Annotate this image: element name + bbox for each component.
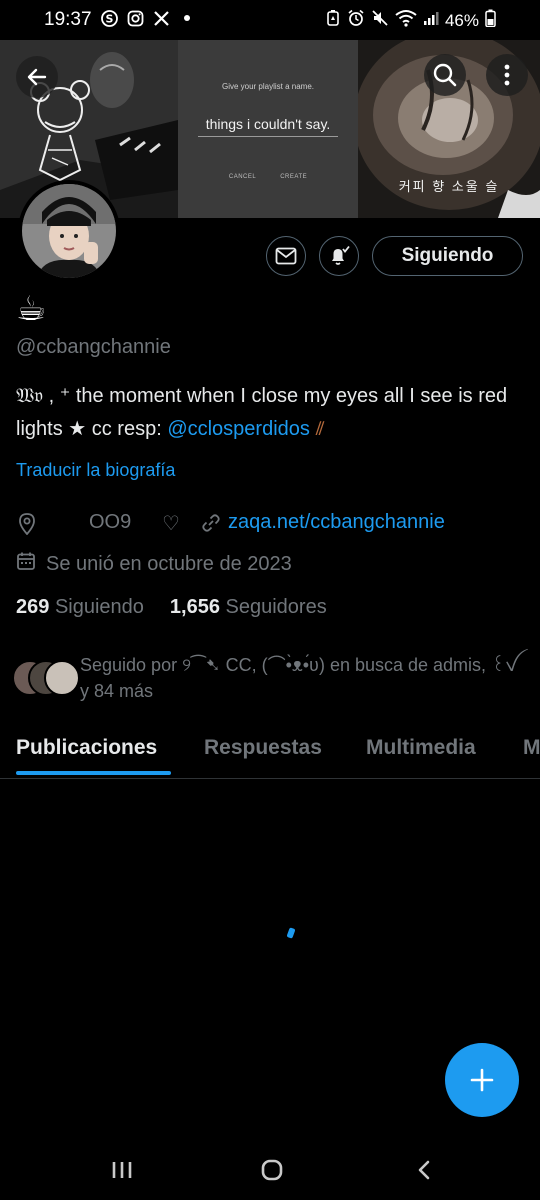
following-count: 269 bbox=[16, 596, 50, 618]
system-back-button[interactable] bbox=[404, 1152, 444, 1188]
follow-counts: 269 Siguiendo 1,656 Seguidores bbox=[16, 596, 327, 619]
system-nav-bar bbox=[0, 1140, 540, 1200]
dot-icon bbox=[178, 9, 196, 27]
location-icon bbox=[18, 513, 36, 541]
status-bar: 19:37 S 46% bbox=[0, 0, 540, 40]
more-options-button[interactable] bbox=[486, 54, 528, 96]
status-right-icons: 46% bbox=[325, 9, 496, 32]
following-link[interactable]: 269 Siguiendo bbox=[16, 596, 144, 619]
follower-avatar bbox=[44, 660, 80, 696]
message-button[interactable] bbox=[266, 236, 306, 276]
dialog-cancel-label: CANCEL bbox=[228, 174, 257, 180]
website-link[interactable]: zaqa.net/ccbangchannie bbox=[228, 511, 445, 534]
recents-icon bbox=[112, 1162, 132, 1178]
followed-by-text: Seguido por ୨⁀➷ CC, (⌒•̀ᴥ•́ʋ) en busca d… bbox=[80, 655, 518, 701]
home-button[interactable] bbox=[252, 1152, 292, 1188]
bio-mention-link[interactable]: @cclosperdidos bbox=[167, 418, 310, 440]
search-button[interactable] bbox=[424, 54, 466, 96]
profile-bio: 𝔚𝔳 , ⁺ the moment when I close my eyes a… bbox=[16, 380, 516, 446]
instagram-icon bbox=[126, 9, 144, 27]
dialog-create-label: CREATE bbox=[280, 174, 308, 180]
profile-meta-row: OO9 ♡ zaqa.net/ccbangchannie bbox=[16, 511, 536, 539]
status-time: 19:37 bbox=[44, 9, 92, 30]
x-icon bbox=[152, 9, 170, 27]
chevron-left-icon bbox=[418, 1160, 430, 1180]
followers-label: Seguidores bbox=[225, 596, 327, 618]
playlist-name: things i couldn't say. bbox=[198, 116, 338, 137]
compose-post-button[interactable] bbox=[445, 1043, 519, 1117]
dialog-title: Give your playlist a name. bbox=[221, 82, 315, 91]
tab-publicaciones[interactable]: Publicaciones bbox=[16, 736, 157, 760]
bio-suffix: ⫽ bbox=[309, 418, 325, 440]
skype-icon: S bbox=[100, 9, 118, 27]
profile-tabs: Publicaciones Respuestas Multimedia Me g… bbox=[0, 724, 540, 779]
banner-playlist-dialog: Give your playlist a name. things i coul… bbox=[178, 40, 358, 218]
heart-symbol: ♡ bbox=[162, 513, 180, 535]
tab-multimedia[interactable]: Multimedia bbox=[366, 736, 476, 760]
wifi-icon bbox=[395, 9, 417, 32]
arrow-left-icon bbox=[27, 68, 47, 86]
bell-check-icon bbox=[332, 245, 350, 265]
joined-row: Se unió en octubre de 2023 bbox=[16, 551, 292, 577]
search-icon bbox=[433, 63, 457, 87]
battery-icon bbox=[485, 9, 496, 32]
more-vertical-icon bbox=[504, 64, 510, 86]
back-button[interactable] bbox=[16, 56, 58, 98]
following-button[interactable]: Siguiendo bbox=[372, 236, 523, 276]
battery-saver-icon bbox=[325, 9, 341, 32]
signal-icon bbox=[423, 10, 439, 31]
tab-respuestas[interactable]: Respuestas bbox=[204, 736, 322, 760]
active-tab-indicator bbox=[16, 771, 171, 775]
profile-avatar[interactable] bbox=[18, 180, 120, 282]
followers-count: 1,656 bbox=[169, 596, 220, 618]
status-left-icons: S bbox=[100, 9, 196, 27]
display-name: ☕ bbox=[16, 290, 47, 328]
followers-link[interactable]: 1,656 Seguidores bbox=[170, 596, 327, 619]
tab-me-gusta[interactable]: Me gusta bbox=[523, 736, 540, 760]
calendar-icon bbox=[16, 551, 36, 577]
joined-date: Se unió en octubre de 2023 bbox=[46, 552, 292, 575]
notifications-button[interactable] bbox=[319, 236, 359, 276]
mute-icon bbox=[371, 9, 389, 32]
profile-handle: @ccbangchannie bbox=[16, 336, 171, 358]
plus-icon bbox=[470, 1068, 494, 1092]
location-text: OO9 bbox=[89, 511, 132, 533]
home-icon bbox=[261, 1159, 283, 1181]
battery-percent: 46% bbox=[444, 10, 479, 30]
banner-korean-caption: 커피 향 소울 슬 bbox=[398, 179, 500, 194]
alarm-icon bbox=[347, 9, 365, 32]
link-icon bbox=[201, 513, 221, 539]
dialog-buttons: CANCEL CREATE bbox=[178, 174, 358, 180]
followed-by-row[interactable]: Seguido por ୨⁀➷ CC, (⌒•̀ᴥ•́ʋ) en busca d… bbox=[12, 652, 532, 712]
svg-text:S: S bbox=[105, 12, 113, 25]
loading-spinner bbox=[286, 927, 296, 939]
recent-apps-button[interactable] bbox=[102, 1152, 142, 1188]
mail-icon bbox=[275, 247, 297, 265]
translate-bio-link[interactable]: Traducir la biografía bbox=[16, 460, 175, 481]
following-label: Siguiendo bbox=[54, 596, 144, 618]
